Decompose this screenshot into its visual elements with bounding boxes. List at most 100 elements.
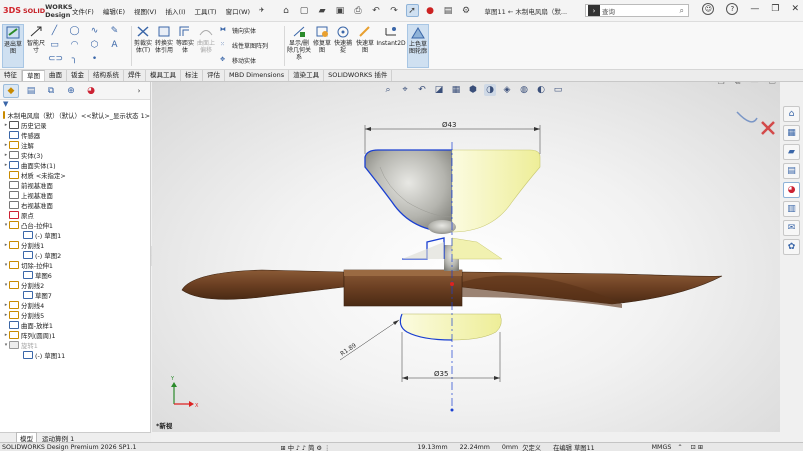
tree-item[interactable]: ▸ 分割线4 xyxy=(0,300,150,310)
tree-item[interactable]: 木制电风扇（默）（默认）<<默认>_显示状态 1> xyxy=(0,110,150,120)
exit-sketch-button[interactable]: 退出草图 xyxy=(2,24,24,68)
print-icon[interactable]: ⎙ xyxy=(352,4,365,17)
convert-entities-button[interactable]: 转换实体引用 xyxy=(154,24,174,68)
search-icon[interactable]: ⌕ xyxy=(680,6,684,16)
fillet-icon[interactable]: ╮ xyxy=(68,54,81,64)
menu-view[interactable]: 视图(V) xyxy=(133,4,158,18)
solidworks-resources-icon[interactable]: ⌂ xyxy=(783,106,800,122)
tree-item[interactable]: 原点 xyxy=(0,210,150,220)
quick-snaps-button[interactable]: 快速捕捉 xyxy=(333,24,353,68)
units-selector[interactable]: MMGS xyxy=(652,444,672,451)
undo-icon[interactable]: ↶ xyxy=(370,4,383,17)
trim-entities-button[interactable]: 剪裁实体(T) xyxy=(133,24,153,68)
tree-item[interactable]: 材质 <未指定> xyxy=(0,170,150,180)
slot-icon[interactable]: ⊂⊃ xyxy=(48,54,63,64)
save-icon[interactable]: ▣ xyxy=(334,4,347,17)
tree-item[interactable]: ▾ 旋转1 xyxy=(0,340,150,350)
tab-mbd-dimensions[interactable]: MBD Dimensions xyxy=(225,70,290,81)
search-input[interactable]: › 查询 ⌕ xyxy=(585,4,689,17)
tree-item[interactable]: 草图7 xyxy=(0,290,150,300)
linear-pattern-button[interactable]: ⁙ 线性草图阵列 xyxy=(220,41,268,50)
tree-item[interactable]: 上视基准面 xyxy=(0,190,150,200)
custom-properties-icon[interactable]: ▥ xyxy=(783,201,800,217)
filter-icon[interactable]: ▼ xyxy=(0,100,150,110)
units-dropdown-icon[interactable]: ⌃ xyxy=(677,444,682,451)
solidworks-addin-icon[interactable]: ✿ xyxy=(783,239,800,255)
offset-entities-button[interactable]: 等距实体 xyxy=(175,24,195,68)
tab-features[interactable]: 特征 xyxy=(0,70,22,81)
spline-icon[interactable]: ∿ xyxy=(88,26,101,36)
tree-item[interactable]: ▸ 注解 xyxy=(0,140,150,150)
mirror-entities-button[interactable]: ⧓ 镜向实体 xyxy=(220,26,256,35)
text-tool-icon[interactable]: ✎ xyxy=(108,26,121,36)
view-palette-icon[interactable]: ▤ xyxy=(783,163,800,179)
tab-motion-study[interactable]: 运动算例 1 xyxy=(39,433,77,443)
dimension-radius-leader[interactable]: R1.89 xyxy=(339,319,400,361)
tab-sheet-metal[interactable]: 钣金 xyxy=(67,70,89,81)
tree-item[interactable]: ▸ 历史记录 xyxy=(0,120,150,130)
tree-item[interactable]: 曲面-放样1 xyxy=(0,320,150,330)
tree-item[interactable]: ▸ 曲面实体(1) xyxy=(0,160,150,170)
forum-icon[interactable]: ✉ xyxy=(783,220,800,236)
tree-item[interactable]: 草图6 xyxy=(0,270,150,280)
text-a-icon[interactable]: A xyxy=(108,40,121,50)
tree-item[interactable]: ▾ 分割线2 xyxy=(0,280,150,290)
tree-item[interactable]: 前视基准面 xyxy=(0,180,150,190)
minimize-icon[interactable]: — xyxy=(750,4,759,14)
rectangle-icon[interactable]: ▭ xyxy=(48,40,61,50)
configuration-manager-tab-icon[interactable]: ⧉ xyxy=(43,84,59,98)
file-properties-icon[interactable]: ▤ xyxy=(442,4,455,17)
rapid-sketch-button[interactable]: 快速草图 xyxy=(355,24,375,68)
offset-on-surface-button[interactable]: 曲面上偏移 xyxy=(196,24,216,68)
tab-render-tools[interactable]: 渲染工具 xyxy=(289,70,325,81)
tab-surfaces[interactable]: 曲面 xyxy=(45,70,67,81)
tree-item[interactable]: (-) 草图11 xyxy=(0,350,150,360)
line-icon[interactable]: ╱ xyxy=(48,26,61,36)
design-library-icon[interactable]: ▦ xyxy=(783,125,800,141)
tree-item[interactable]: ▸ 分割线1 xyxy=(0,240,150,250)
restore-icon[interactable]: ❐ xyxy=(771,4,779,14)
close-icon[interactable]: ✕ xyxy=(791,4,799,14)
open-icon[interactable]: ▰ xyxy=(316,4,329,17)
status-icons[interactable]: ⊡ ⊞ xyxy=(691,444,704,451)
circle-icon[interactable]: ◯ xyxy=(68,26,81,36)
tree-item[interactable]: ▸ 阵列(圆周)1 xyxy=(0,330,150,340)
menu-window[interactable]: 窗口(W) xyxy=(225,4,252,18)
instant2d-button[interactable]: Instant2D xyxy=(376,24,406,68)
polygon-icon[interactable]: ⬡ xyxy=(88,40,101,50)
shaded-sketch-contours-button[interactable]: 上色草图轮廓 xyxy=(407,24,429,68)
tree-item[interactable]: ▾ 凸台-拉伸1 xyxy=(0,220,150,230)
tree-item[interactable]: 右视基准面 xyxy=(0,200,150,210)
display-relations-button[interactable]: 显示/删除几何关系 xyxy=(287,24,311,68)
traffic-light-icon[interactable]: ● xyxy=(424,4,437,17)
tree-item[interactable]: ▸ 分割线5 xyxy=(0,310,150,320)
tab-sketch[interactable]: 草图 xyxy=(22,70,45,81)
tree-item[interactable]: (-) 草图1 xyxy=(0,230,150,240)
feature-manager-tab-icon[interactable]: ◆ xyxy=(3,83,19,98)
menu-tools[interactable]: 工具(T) xyxy=(194,4,218,18)
property-manager-tab-icon[interactable]: ▤ xyxy=(23,84,39,98)
select-arrow-icon[interactable]: ➚ xyxy=(405,4,419,17)
menu-file[interactable]: 文件(F) xyxy=(71,4,95,18)
help-icon[interactable]: ? xyxy=(726,3,739,15)
new-document-icon[interactable]: ▢ xyxy=(298,4,311,17)
ime-indicators[interactable]: ⊞ 中 ♪ ♪ 简 ⚙ ⋮ xyxy=(280,443,330,451)
options-gear-icon[interactable]: ⚙ xyxy=(460,4,473,17)
tab-weldments[interactable]: 焊件 xyxy=(124,70,146,81)
pin-icon[interactable]: ✈ xyxy=(258,4,265,18)
display-manager-tab-icon[interactable]: ◕ xyxy=(83,84,99,98)
tab-markup[interactable]: 标注 xyxy=(181,70,203,81)
repair-sketch-button[interactable]: 修复草图 xyxy=(312,24,332,68)
move-entities-button[interactable]: ✥ 移动实体 xyxy=(220,56,256,65)
dimension-top[interactable]: Ø43 xyxy=(364,121,541,154)
panel-expand-icon[interactable]: › xyxy=(131,84,147,98)
tab-solidworks-addins[interactable]: SOLIDWORKS 插件 xyxy=(324,70,393,81)
graphics-area[interactable]: ⌕ ⌖ ↶ ◪ ▦ ⬢ ◑ ◈ ◍ ◐ ▭ ❐ ⧉ — ▭ xyxy=(152,82,780,432)
point-icon[interactable]: • xyxy=(88,54,101,64)
dimxpert-manager-tab-icon[interactable]: ⊕ xyxy=(63,84,79,98)
user-account-icon[interactable]: ☺ xyxy=(702,3,715,15)
redo-icon[interactable]: ↷ xyxy=(388,4,401,17)
menu-edit[interactable]: 编辑(E) xyxy=(102,4,126,18)
tree-item[interactable]: ▸ 实体(3) xyxy=(0,150,150,160)
tree-item[interactable]: ▾ 切除-拉伸1 xyxy=(0,260,150,270)
